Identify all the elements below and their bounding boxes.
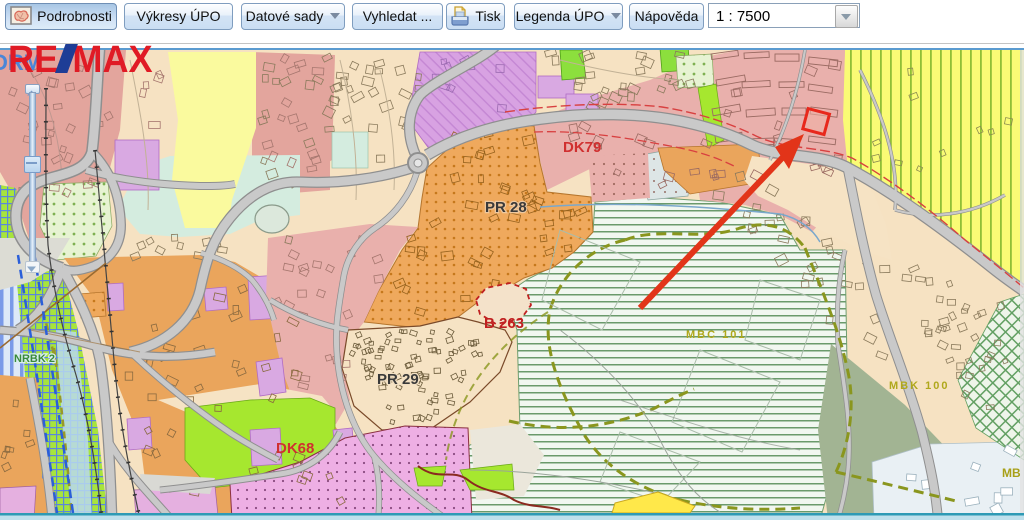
svg-text:DK79: DK79: [563, 139, 601, 156]
svg-text:DK68: DK68: [276, 440, 314, 457]
svg-text:MBK 100: MBK 100: [889, 380, 949, 392]
svg-text:NRBK 2: NRBK 2: [14, 353, 55, 365]
svg-text:MBC 101: MBC 101: [686, 329, 746, 341]
svg-text:B 263: B 263: [484, 315, 524, 332]
svg-text:PR 29: PR 29: [377, 371, 419, 388]
svg-text:PR 28: PR 28: [485, 199, 527, 216]
svg-text:MB: MB: [1002, 466, 1021, 480]
